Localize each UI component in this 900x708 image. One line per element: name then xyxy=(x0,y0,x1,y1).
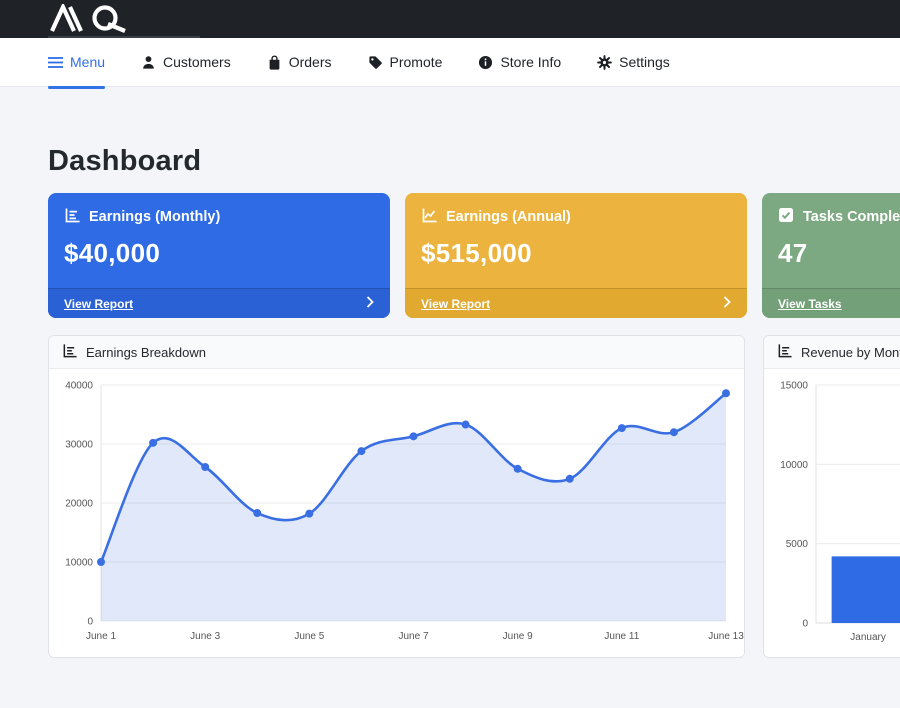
nav-item-menu[interactable]: Menu xyxy=(48,54,105,70)
svg-text:30000: 30000 xyxy=(65,440,93,451)
panel-body: 0 5000 10000 15000 January xyxy=(764,369,900,657)
link-label: View Report xyxy=(421,297,490,311)
card-value: $40,000 xyxy=(64,238,374,269)
card-title-text: Tasks Completed xyxy=(803,209,900,225)
view-tasks-link[interactable]: View Tasks xyxy=(762,288,900,318)
nav-item-promote[interactable]: Promote xyxy=(368,54,443,70)
stat-card-earnings-annual: Earnings (Annual) $515,000 View Report xyxy=(405,193,747,318)
svg-text:15000: 15000 xyxy=(780,381,808,392)
svg-text:40000: 40000 xyxy=(65,381,93,392)
svg-text:10000: 10000 xyxy=(780,460,808,471)
svg-text:0: 0 xyxy=(87,617,93,628)
panel-title: Earnings Breakdown xyxy=(86,345,206,360)
svg-text:20000: 20000 xyxy=(65,499,93,510)
person-icon xyxy=(141,55,156,70)
panel-body: 0 10000 20000 30000 40000 June 1 June 3 June 5 J… xyxy=(49,369,744,657)
svg-text:June 5: June 5 xyxy=(294,631,324,642)
nav-label: Store Info xyxy=(500,54,561,70)
svg-text:10000: 10000 xyxy=(65,558,93,569)
page-title: Dashboard xyxy=(48,145,900,178)
app-logo-aq[interactable] xyxy=(48,4,140,39)
checkbox-icon xyxy=(778,207,794,227)
link-label: View Tasks xyxy=(778,297,842,311)
hamburger-icon xyxy=(48,56,63,69)
app-window: Menu Customers Orders Promote Store I xyxy=(0,0,900,708)
nav-item-orders[interactable]: Orders xyxy=(267,54,332,70)
nav-label: Settings xyxy=(619,54,670,70)
card-title-text: Earnings (Annual) xyxy=(446,209,571,225)
svg-text:June 13: June 13 xyxy=(708,631,744,642)
tag-icon xyxy=(368,55,383,70)
horizontal-bar-chart-icon xyxy=(64,207,80,227)
panel-header: Earnings Breakdown xyxy=(49,336,744,369)
nav-label: Customers xyxy=(163,54,231,70)
shopping-bag-icon xyxy=(267,55,282,70)
card-body: Earnings (Annual) $515,000 xyxy=(405,193,747,288)
svg-text:0: 0 xyxy=(802,619,808,630)
view-report-link[interactable]: View Report xyxy=(405,288,747,318)
svg-text:June 9: June 9 xyxy=(503,631,533,642)
card-title: Tasks Completed xyxy=(778,207,900,227)
card-body: Earnings (Monthly) $40,000 xyxy=(48,193,390,288)
earnings-line-chart: 0 10000 20000 30000 40000 June 1 June 3 June 5 J… xyxy=(49,369,744,655)
card-title: Earnings (Annual) xyxy=(421,207,731,227)
link-label: View Report xyxy=(64,297,133,311)
dashboard-content: Dashboard Earnings (Monthly) $40,000 Vie… xyxy=(0,87,900,658)
nav-item-customers[interactable]: Customers xyxy=(141,54,231,70)
chevron-right-icon xyxy=(723,296,731,311)
svg-text:June 11: June 11 xyxy=(604,631,639,642)
line-chart-icon xyxy=(421,207,437,227)
svg-text:June 1: June 1 xyxy=(86,631,116,642)
stat-card-tasks-completed: Tasks Completed 47 View Tasks xyxy=(762,193,900,318)
chart-icon xyxy=(62,343,77,361)
topbar xyxy=(0,0,900,38)
gear-icon xyxy=(597,55,612,70)
svg-text:June 7: June 7 xyxy=(398,631,428,642)
svg-text:5000: 5000 xyxy=(786,539,809,550)
revenue-by-month-panel: Revenue by Month 0 5000 10000 15000 January xyxy=(763,335,900,658)
chevron-right-icon xyxy=(366,296,374,311)
main-navbar: Menu Customers Orders Promote Store I xyxy=(0,38,900,87)
chart-panels-row: Earnings Breakdown 0 10000 20000 30000 40000… xyxy=(48,335,900,658)
svg-text:January: January xyxy=(850,632,886,643)
card-body: Tasks Completed 47 xyxy=(762,193,900,288)
nav-label: Orders xyxy=(289,54,332,70)
stat-cards-row: Earnings (Monthly) $40,000 View Report xyxy=(48,193,900,318)
card-value: 47 xyxy=(778,238,900,269)
chart-icon xyxy=(777,343,792,361)
card-title-text: Earnings (Monthly) xyxy=(89,209,220,225)
nav-item-store-info[interactable]: Store Info xyxy=(478,54,561,70)
info-icon xyxy=(478,55,493,70)
card-title: Earnings (Monthly) xyxy=(64,207,374,227)
stat-card-earnings-monthly: Earnings (Monthly) $40,000 View Report xyxy=(48,193,390,318)
nav-item-settings[interactable]: Settings xyxy=(597,54,670,70)
nav-label: Menu xyxy=(70,54,105,70)
active-tab-underline xyxy=(48,86,105,89)
earnings-breakdown-panel: Earnings Breakdown 0 10000 20000 30000 40000… xyxy=(48,335,745,658)
logo-glyph-aq xyxy=(48,4,140,34)
panel-title: Revenue by Month xyxy=(801,345,900,360)
revenue-bar-chart: 0 5000 10000 15000 January xyxy=(764,369,900,655)
card-value: $515,000 xyxy=(421,238,731,269)
view-report-link[interactable]: View Report xyxy=(48,288,390,318)
panel-header: Revenue by Month xyxy=(764,336,900,369)
svg-text:June 3: June 3 xyxy=(190,631,220,642)
nav-label: Promote xyxy=(390,54,443,70)
